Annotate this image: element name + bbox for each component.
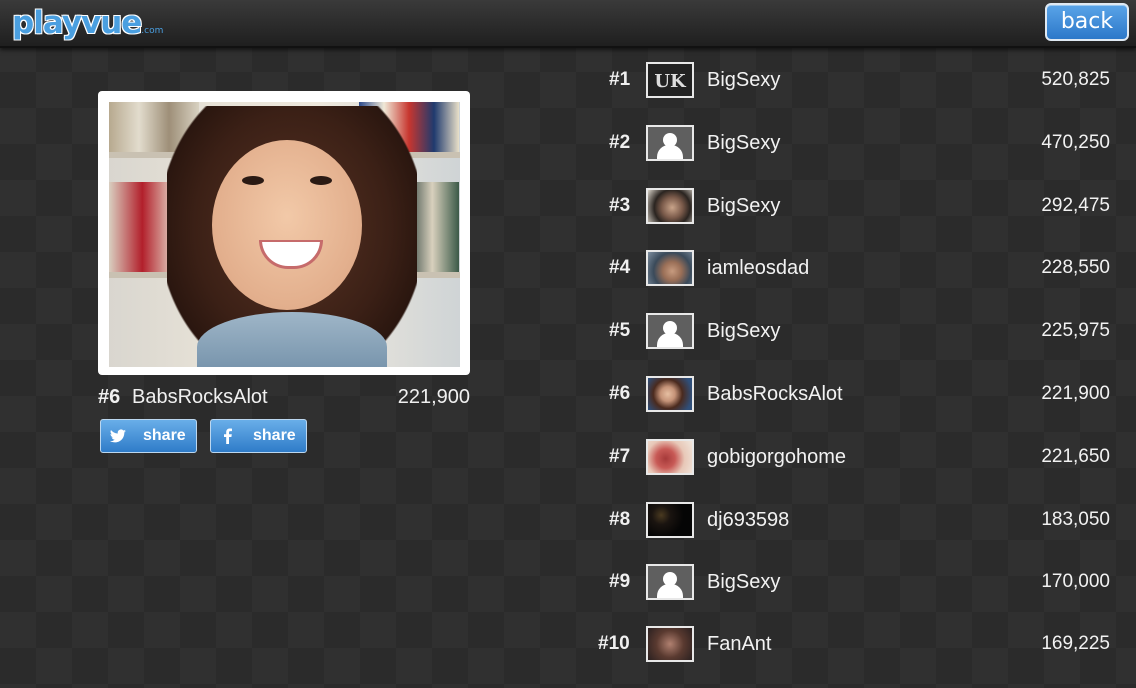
username: BigSexy xyxy=(707,320,781,342)
leaderboard-row[interactable]: #3 BigSexy 292,475 xyxy=(0,188,1136,250)
rank-label: #1 xyxy=(609,69,631,90)
username: BigSexy xyxy=(707,132,781,154)
placeholder-avatar-icon xyxy=(646,125,694,161)
rank-label: #9 xyxy=(609,571,631,592)
username: BigSexy xyxy=(707,195,781,217)
avatar xyxy=(646,439,694,475)
username: gobigorgohome xyxy=(707,446,846,468)
leaderboard-row[interactable]: #4 iamleosdad 228,550 xyxy=(0,250,1136,312)
placeholder-avatar-icon xyxy=(646,313,694,349)
back-button[interactable]: back xyxy=(1045,3,1129,41)
score: 221,900 xyxy=(1041,383,1110,404)
uk-logo-icon: UK xyxy=(648,64,692,96)
rank-label: #8 xyxy=(609,509,631,530)
username: FanAnt xyxy=(707,633,772,655)
username: BabsRocksAlot xyxy=(707,383,843,405)
score: 170,000 xyxy=(1041,571,1110,592)
rank-label: #7 xyxy=(609,446,631,467)
score: 292,475 xyxy=(1041,195,1110,216)
rank-label: #2 xyxy=(609,132,631,153)
avatar xyxy=(646,188,694,224)
avatar xyxy=(646,626,694,662)
svg-text:UK: UK xyxy=(654,71,687,92)
leaderboard-row[interactable]: #8 dj693598 183,050 xyxy=(0,502,1136,564)
leaderboard-row[interactable]: #2 BigSexy 470,250 xyxy=(0,125,1136,187)
avatar xyxy=(646,502,694,538)
leaderboard-row[interactable]: #5 BigSexy 225,975 xyxy=(0,313,1136,375)
username: iamleosdad xyxy=(707,257,810,279)
leaderboard-row[interactable]: #10 FanAnt 169,225 xyxy=(0,626,1136,688)
logo-suffix: .com xyxy=(141,26,164,36)
username: dj693598 xyxy=(707,509,790,531)
username: BigSexy xyxy=(707,571,781,593)
score: 169,225 xyxy=(1041,633,1110,654)
rank-label: #6 xyxy=(609,383,631,404)
avatar xyxy=(646,250,694,286)
score: 221,650 xyxy=(1041,446,1110,467)
avatar: UK xyxy=(646,62,694,98)
logo-text: playvue xyxy=(12,5,142,41)
leaderboard-row[interactable]: #6 BabsRocksAlot 221,900 xyxy=(0,376,1136,438)
rank-label: #4 xyxy=(609,257,631,278)
score: 520,825 xyxy=(1041,69,1110,90)
score: 470,250 xyxy=(1041,132,1110,153)
leaderboard-row[interactable]: #9 BigSexy 170,000 xyxy=(0,564,1136,626)
playvue-logo: playvue.com xyxy=(12,6,163,40)
placeholder-avatar-icon xyxy=(646,564,694,600)
top-bar: playvue.com back xyxy=(0,0,1136,48)
score: 225,975 xyxy=(1041,320,1110,341)
leaderboard-row[interactable]: #7 gobigorgohome 221,650 xyxy=(0,439,1136,501)
rank-label: #5 xyxy=(609,320,631,341)
leaderboard-row[interactable]: #1 UK BigSexy 520,825 xyxy=(0,62,1136,124)
rank-label: #3 xyxy=(609,195,631,216)
score: 228,550 xyxy=(1041,257,1110,278)
avatar xyxy=(646,376,694,412)
rank-label: #10 xyxy=(598,633,630,654)
username: BigSexy xyxy=(707,69,781,91)
score: 183,050 xyxy=(1041,509,1110,530)
